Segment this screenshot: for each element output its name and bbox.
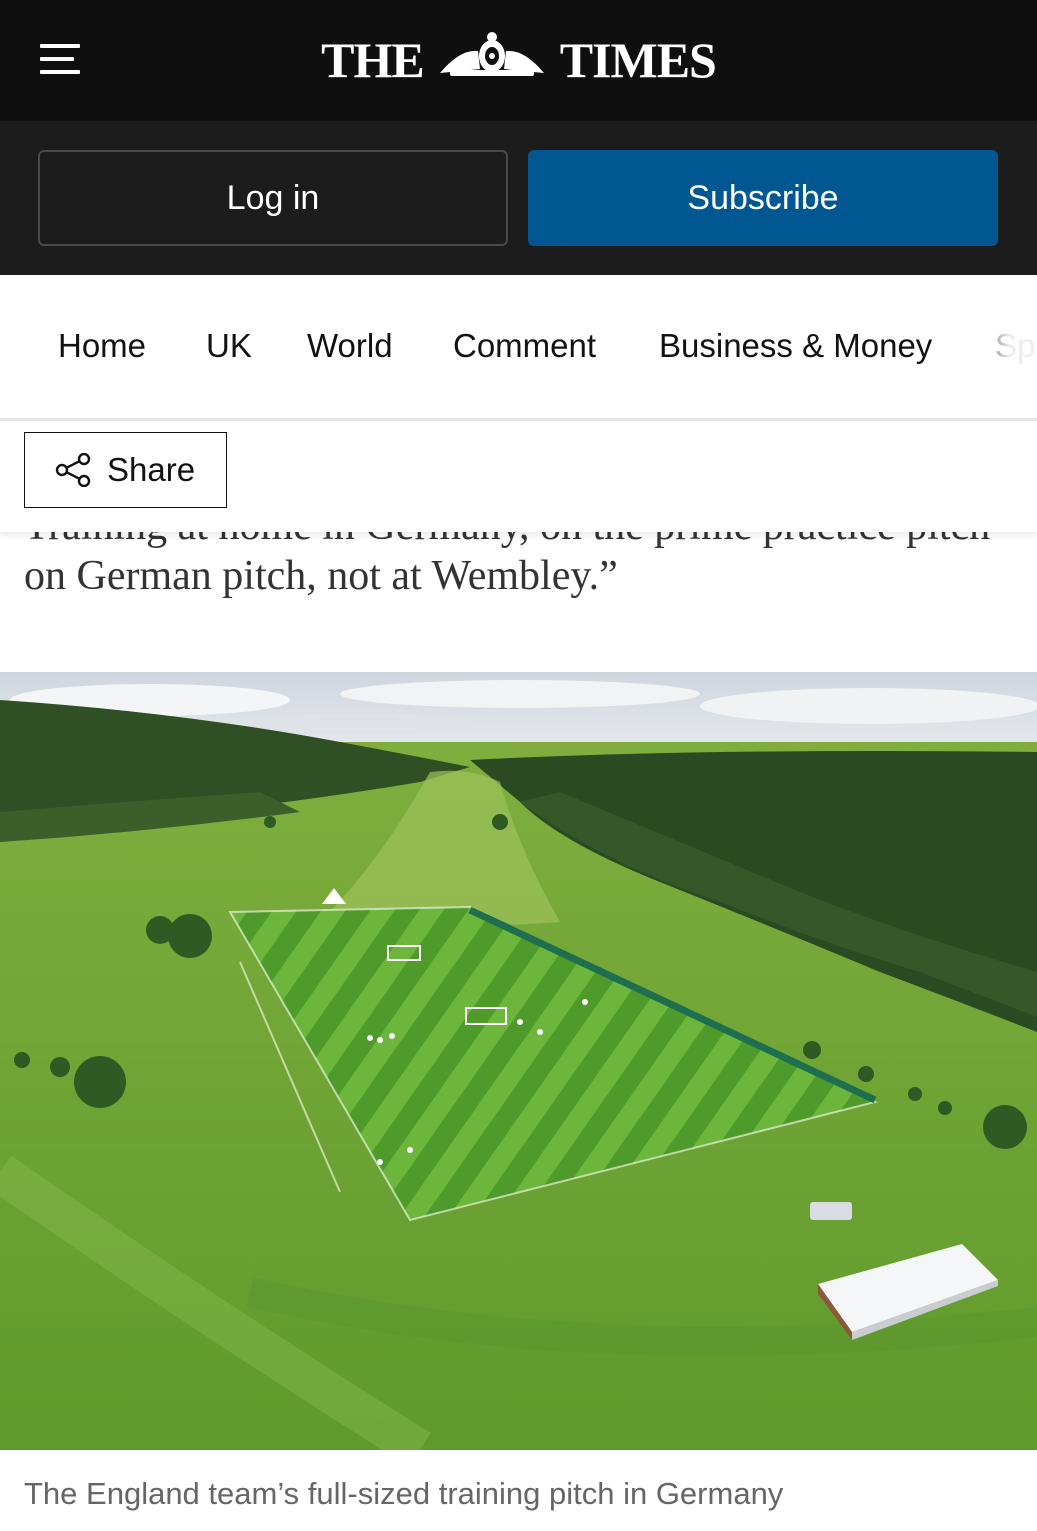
share-icon	[55, 453, 91, 487]
photo-caption: The England team’s full-sized training p…	[24, 1476, 784, 1511]
login-button[interactable]: Log in	[38, 150, 508, 246]
article-body: Training at home in Germany, on the prim…	[0, 532, 1037, 672]
article-partial-line: Training at home in Germany, on the prim…	[24, 532, 990, 550]
nav-item-sport[interactable]: Sp	[995, 327, 1035, 365]
nav-item-world[interactable]: World	[307, 327, 393, 365]
royal-crest-icon	[430, 29, 554, 91]
article-photo[interactable]	[0, 672, 1037, 1450]
share-label: Share	[107, 451, 196, 488]
nav-item-comment[interactable]: Comment	[453, 327, 596, 365]
logo-text-right: TIMES	[559, 32, 717, 88]
masthead: THE TIMES	[0, 0, 1037, 121]
site-logo[interactable]: THE TIMES	[300, 28, 737, 92]
article-paragraph-line: on German pitch, not at Wembley.”	[24, 553, 618, 599]
account-bar: Log in Subscribe	[0, 121, 1037, 275]
subscribe-button[interactable]: Subscribe	[528, 150, 998, 246]
nav-item-home[interactable]: Home	[58, 327, 146, 365]
logo-text-left: THE	[321, 32, 425, 88]
share-button[interactable]: Share	[24, 432, 227, 508]
nav-item-uk[interactable]: UK	[206, 327, 252, 365]
section-nav: Home UK World Comment Business & Money S…	[0, 275, 1037, 421]
nav-item-business-money[interactable]: Business & Money	[659, 327, 932, 365]
share-bar: Share	[0, 424, 1037, 532]
hamburger-menu-icon[interactable]	[40, 44, 80, 74]
